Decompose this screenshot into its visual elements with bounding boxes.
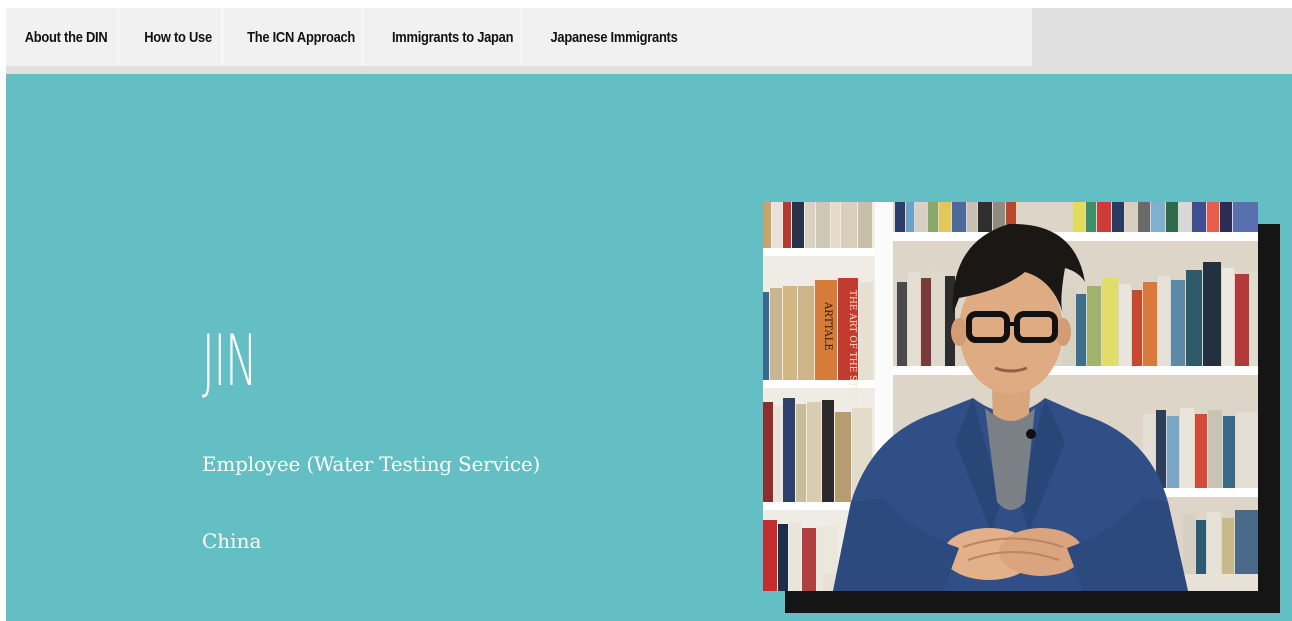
nav-item-label: How to Use [144,28,212,46]
nav-item-icn-approach[interactable]: The ICN Approach [240,8,363,66]
nav-item-japanese-immigrants[interactable]: Japanese Immigrants [544,8,683,66]
nav-item-label: About the DIN [24,28,108,46]
nav-item-label: The ICN Approach [247,28,356,46]
book-spine-text: THE ART OF THE STORY [847,290,857,408]
nav-item-about-the-din[interactable]: About the DIN [14,8,119,66]
nav-item-how-to-use[interactable]: How to Use [134,8,223,66]
nav-item-label: Japanese Immigrants [550,28,678,46]
profile-name: JIN [202,320,258,402]
profile-occupation: Employee (Water Testing Service) [202,452,541,476]
profile-photo: THE ART OF THE STORY ARTTALE [763,202,1258,591]
profile-hero: JIN Employee (Water Testing Service) Chi… [6,74,1292,621]
profile-country: China [202,529,262,553]
nav-item-immigrants-to-japan[interactable]: Immigrants to Japan [384,8,522,66]
main-menu: About the DIN How to Use The ICN Approac… [6,8,1032,66]
book-spine-text: ARTTALE [822,301,833,351]
portrait-illustration: THE ART OF THE STORY ARTTALE [763,202,1258,591]
nav-item-label: Immigrants to Japan [391,28,514,46]
top-navigation-bar: About the DIN How to Use The ICN Approac… [6,8,1292,74]
